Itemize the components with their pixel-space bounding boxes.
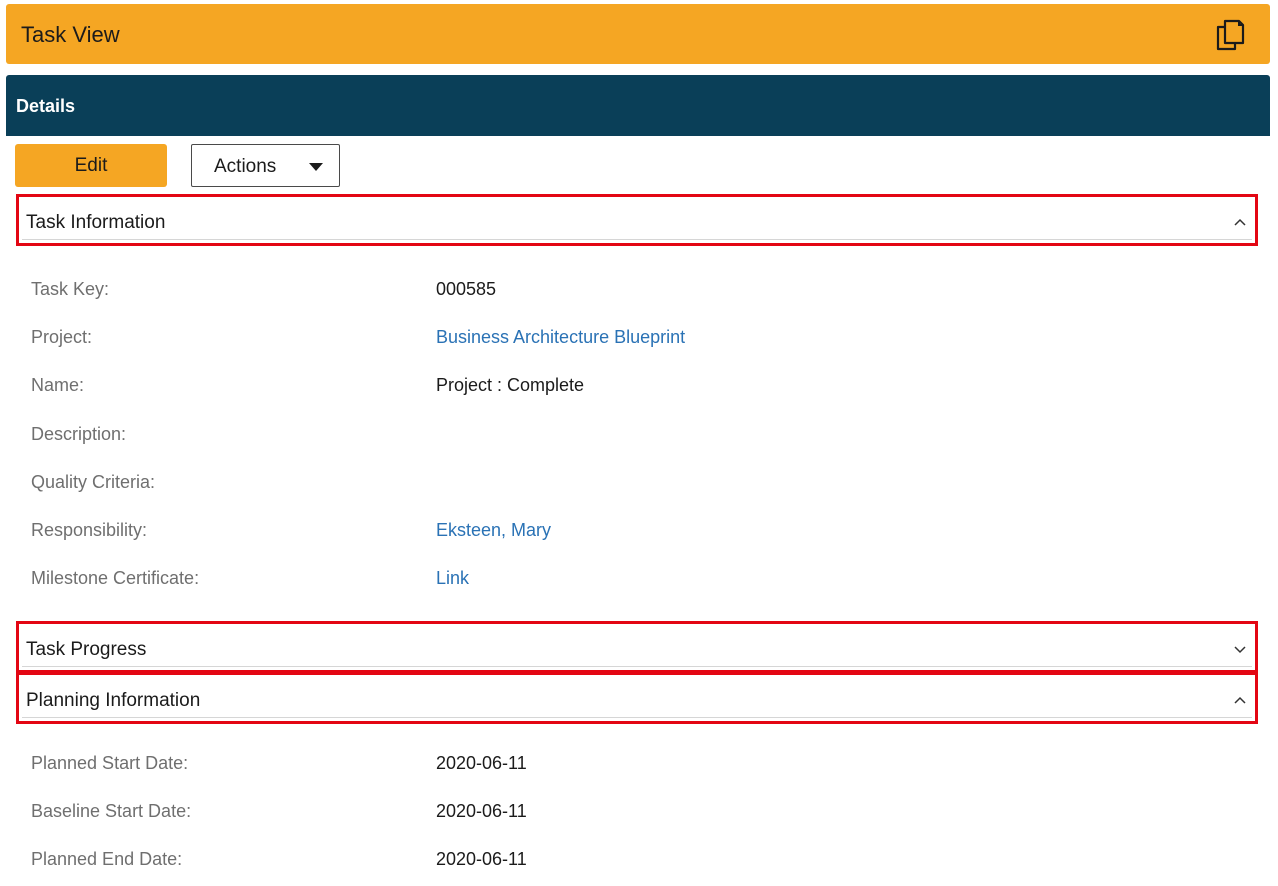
field-value-baseline-start-date: 2020-06-11	[436, 801, 527, 821]
chevron-up-icon	[1234, 696, 1246, 704]
chevron-down-icon	[1234, 646, 1246, 654]
field-value-planned-end-date: 2020-06-11	[436, 849, 527, 869]
field-value-planned-start-date: 2020-06-11	[436, 753, 527, 773]
field-value-name: Project : Complete	[436, 375, 585, 395]
edit-button[interactable]: Edit	[15, 144, 167, 187]
title-bar: Task View	[6, 4, 1270, 64]
field-label-planned-end-date: Planned End Date:	[31, 849, 183, 869]
project-link[interactable]: Business Architecture Blueprint	[436, 327, 685, 348]
window-title: Task View	[21, 22, 120, 47]
field-label-project: Project:	[31, 327, 93, 347]
responsibility-link[interactable]: Eksteen, Mary	[436, 520, 551, 541]
section-title: Task Information	[26, 212, 166, 233]
caret-down-icon	[309, 163, 323, 171]
field-label-responsibility: Responsibility:	[31, 520, 148, 540]
section-header-planning-information[interactable]: Planning Information	[16, 672, 1258, 724]
field-label-task-key: Task Key:	[31, 279, 110, 299]
section-header-task-information[interactable]: Task Information	[16, 194, 1258, 246]
section-title: Task Progress	[26, 639, 147, 660]
field-label-planned-start-date: Planned Start Date:	[31, 753, 189, 773]
field-value-task-key: 000585	[436, 279, 497, 299]
chevron-up-icon	[1234, 218, 1246, 226]
field-label-description: Description:	[31, 424, 127, 444]
milestone-certificate-link[interactable]: Link	[436, 568, 469, 589]
details-header: Details	[6, 75, 1270, 136]
actions-dropdown[interactable]: Actions	[191, 144, 340, 187]
copy-icon[interactable]	[1214, 18, 1246, 52]
field-label-milestone-certificate: Milestone Certificate:	[31, 568, 200, 588]
field-label-baseline-start-date: Baseline Start Date:	[31, 801, 192, 821]
section-title: Planning Information	[26, 690, 201, 711]
field-label-name: Name:	[31, 375, 85, 395]
actions-label: Actions	[214, 156, 277, 177]
details-title: Details	[16, 96, 76, 116]
section-header-task-progress[interactable]: Task Progress	[16, 621, 1258, 673]
field-label-quality-criteria: Quality Criteria:	[31, 472, 156, 492]
